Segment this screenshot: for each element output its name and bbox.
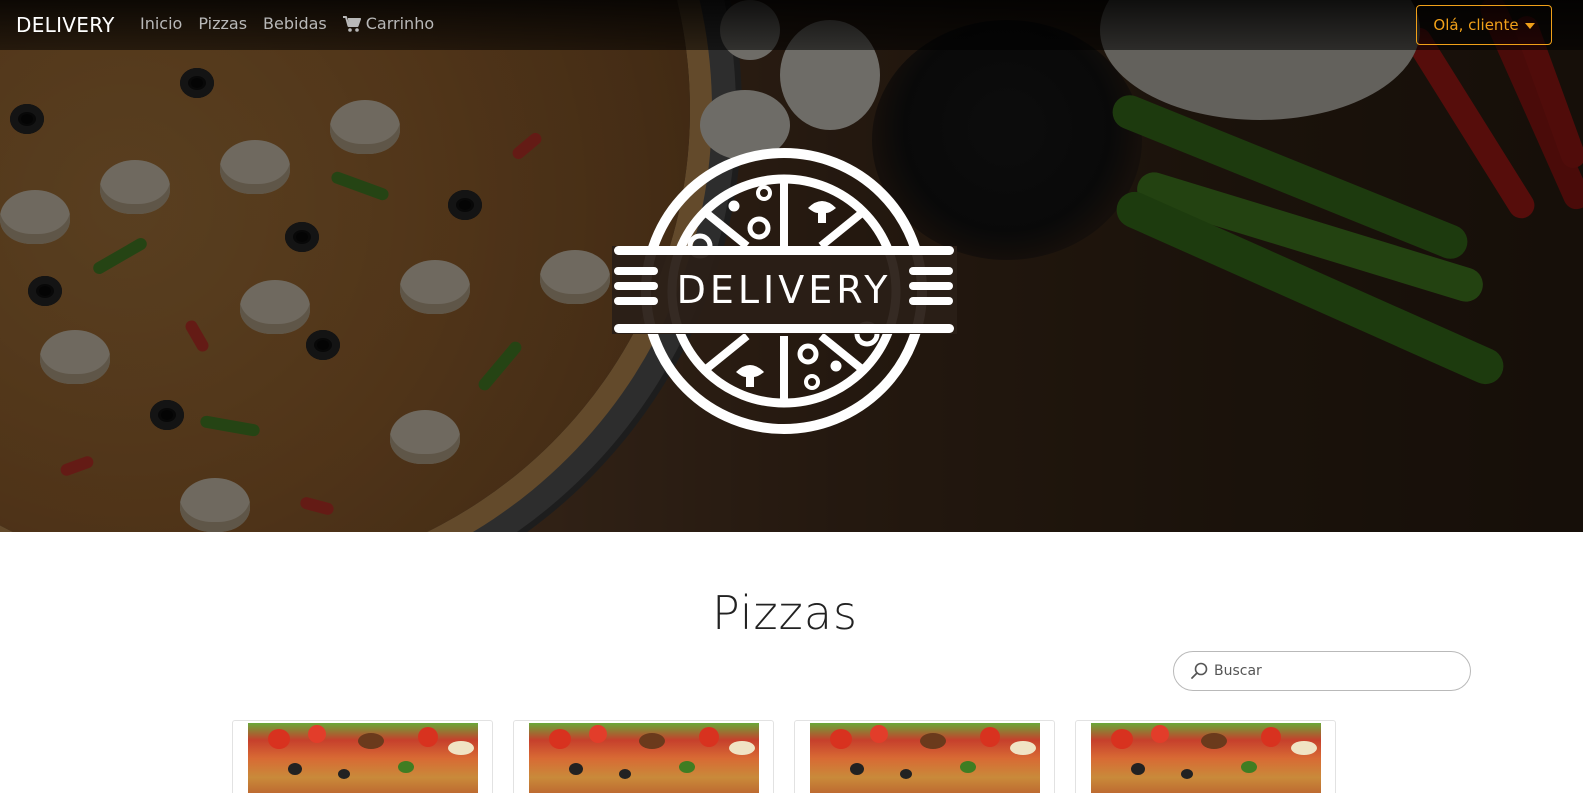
pizza-card[interactable] — [1075, 720, 1336, 793]
pizza-card-image — [1091, 723, 1321, 793]
hero-banner: DELIVERY — [0, 0, 1583, 532]
pizza-card[interactable] — [794, 720, 1055, 793]
nav-link-carrinho-label: Carrinho — [365, 14, 435, 33]
top-navbar: DELIVERY Inicio Pizzas Bebidas Carrinho … — [0, 0, 1583, 50]
cart-icon — [342, 15, 361, 32]
user-menu-button[interactable]: Olá, cliente — [1416, 5, 1552, 45]
pizza-card-list — [232, 720, 1336, 793]
pizza-card-image — [529, 723, 759, 793]
search-icon — [1191, 662, 1208, 679]
nav-link-bebidas[interactable]: Bebidas — [263, 14, 327, 33]
brand-link[interactable]: DELIVERY — [16, 13, 115, 37]
delivery-logo: DELIVERY — [612, 148, 957, 434]
pizza-card-image — [810, 723, 1040, 793]
nav-link-pizzas[interactable]: Pizzas — [198, 14, 247, 33]
section-title: Pizzas — [712, 586, 858, 640]
chevron-down-icon — [1524, 23, 1535, 29]
nav-links: Inicio Pizzas Bebidas Carrinho — [140, 14, 434, 33]
search-box[interactable] — [1173, 651, 1471, 691]
search-input[interactable] — [1214, 663, 1454, 679]
nav-link-carrinho[interactable]: Carrinho — [342, 14, 435, 33]
nav-link-inicio[interactable]: Inicio — [140, 14, 182, 33]
pizza-card[interactable] — [513, 720, 774, 793]
logo-text: DELIVERY — [677, 268, 892, 312]
pizza-card[interactable] — [232, 720, 493, 793]
pizza-card-image — [248, 723, 478, 793]
user-menu-label: Olá, cliente — [1433, 16, 1519, 34]
